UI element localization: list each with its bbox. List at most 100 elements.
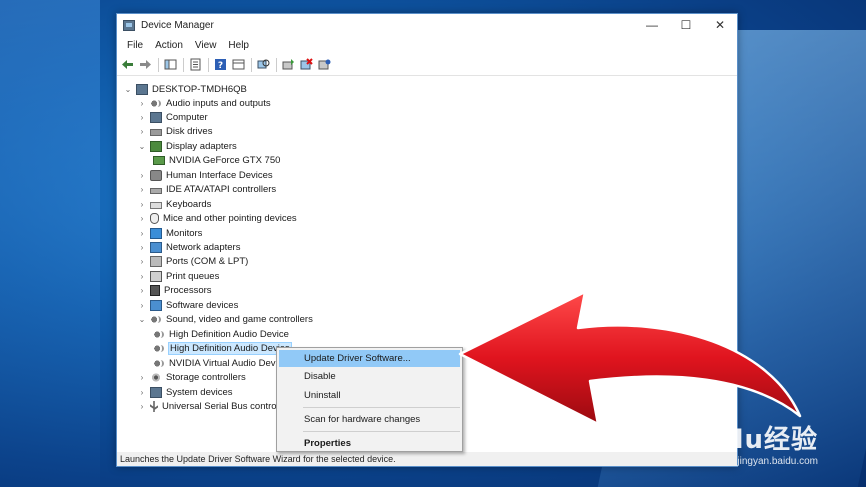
forward-arrow-icon[interactable] [137, 57, 154, 73]
desktop-light-beam-left [0, 0, 100, 487]
device-category-item[interactable]: › Mice and other pointing devices [137, 212, 297, 226]
ide-controller-icon [150, 188, 162, 195]
tree-item-label: Monitors [166, 227, 203, 239]
window-title: Device Manager [141, 19, 214, 31]
chevron-right-icon[interactable]: › [137, 200, 147, 209]
scan-hardware-icon[interactable] [255, 57, 272, 73]
computer-icon [150, 111, 162, 123]
chevron-right-icon[interactable]: › [137, 388, 147, 397]
device-category-item[interactable]: › Ports (COM & LPT) [137, 255, 248, 269]
device-category-item[interactable]: › Audio inputs and outputs [137, 96, 271, 110]
chevron-right-icon[interactable]: › [137, 171, 147, 180]
minimize-button[interactable]: — [635, 14, 669, 36]
processor-icon [150, 285, 160, 297]
speaker-icon [153, 328, 165, 340]
device-category-item[interactable]: › System devices [137, 385, 233, 399]
toolbar-divider [251, 57, 252, 72]
menu-properties[interactable]: Properties [277, 434, 462, 453]
tree-item-label: Print queues [166, 270, 220, 282]
menu-update-driver-software[interactable]: Update Driver Software... [279, 350, 460, 367]
window-controls: — ☐ ✕ [635, 14, 737, 36]
update-driver-icon[interactable] [280, 57, 297, 73]
chevron-down-icon[interactable]: ⌄ [137, 142, 147, 151]
maximize-button[interactable]: ☐ [669, 14, 703, 36]
device-category-item[interactable]: › Print queues [137, 269, 219, 283]
menu-scan-hardware[interactable]: Scan for hardware changes [277, 410, 462, 429]
chevron-right-icon[interactable]: › [137, 373, 147, 382]
menu-uninstall[interactable]: Uninstall [277, 386, 462, 405]
device-category-item[interactable]: › Monitors [137, 226, 202, 240]
chevron-right-icon[interactable]: › [137, 113, 147, 122]
network-adapter-icon [150, 242, 162, 253]
chevron-right-icon[interactable]: › [137, 286, 147, 295]
properties-icon[interactable] [187, 57, 204, 73]
device-category-item[interactable]: › Human Interface Devices [137, 168, 273, 182]
device-category-item[interactable]: › Network adapters [137, 241, 240, 255]
help-icon[interactable]: ? [212, 57, 229, 73]
device-list-item[interactable]: High Definition Audio Device [153, 342, 292, 356]
device-category-item[interactable]: ⌄ Sound, video and game controllers [137, 313, 313, 327]
toolbar: ? [117, 54, 737, 76]
tree-item-label: Human Interface Devices [166, 169, 273, 181]
chevron-right-icon[interactable]: › [137, 127, 147, 136]
view-pane-icon[interactable] [230, 57, 247, 73]
hid-icon [150, 169, 162, 181]
menu-bar: File Action View Help [117, 36, 737, 54]
port-icon [150, 256, 162, 268]
chevron-down-icon[interactable]: ⌄ [123, 85, 133, 94]
device-category-item[interactable]: › Disk drives [137, 125, 213, 139]
chevron-right-icon[interactable]: › [137, 272, 147, 281]
tree-item-label: NVIDIA GeForce GTX 750 [169, 155, 281, 167]
title-bar[interactable]: Device Manager — ☐ ✕ [117, 14, 737, 36]
device-category-item[interactable]: › Universal Serial Bus controllers [137, 399, 294, 413]
chevron-down-icon[interactable]: ⌄ [137, 315, 147, 324]
baidu-logo: Baidu经验 [675, 425, 818, 455]
close-button[interactable]: ✕ [703, 14, 737, 36]
tree-item-label: Processors [164, 285, 212, 297]
device-list-item[interactable]: High Definition Audio Device [153, 327, 289, 341]
svg-text:?: ? [218, 61, 223, 71]
toolbar-divider [208, 57, 209, 72]
device-category-item[interactable]: › Storage controllers [137, 371, 246, 385]
tree-item-label: Network adapters [166, 242, 241, 253]
printer-icon [150, 270, 162, 282]
chevron-right-icon[interactable]: › [137, 214, 147, 223]
menu-view[interactable]: View [189, 40, 223, 51]
device-category-item[interactable]: › Software devices [137, 298, 238, 312]
device-list-item[interactable]: NVIDIA GeForce GTX 750 [153, 154, 280, 168]
menu-disable[interactable]: Disable [277, 367, 462, 386]
chevron-right-icon[interactable]: › [137, 243, 147, 252]
menu-separator [303, 407, 460, 408]
device-category-item[interactable]: › Keyboards [137, 197, 212, 211]
computer-icon [136, 83, 148, 95]
chevron-right-icon[interactable]: › [137, 301, 147, 310]
tree-root[interactable]: ⌄ DESKTOP-TMDH6QB [123, 82, 247, 96]
device-category-item[interactable]: ⌄ Display adapters [137, 139, 237, 153]
status-text: Launches the Update Driver Software Wiza… [120, 454, 396, 464]
gpu-icon [153, 156, 165, 166]
device-category-item[interactable]: › Processors [137, 284, 212, 298]
chevron-right-icon[interactable]: › [137, 99, 147, 108]
show-hide-console-tree-icon[interactable] [162, 57, 179, 73]
watermark-url: jingyan.baidu.com [737, 456, 818, 467]
chevron-right-icon[interactable]: › [137, 257, 147, 266]
disk-drive-icon [150, 129, 162, 137]
speaker-icon [153, 343, 165, 355]
chevron-right-icon[interactable]: › [137, 229, 147, 238]
mouse-icon [150, 213, 159, 225]
chevron-right-icon[interactable]: › [137, 402, 147, 411]
uninstall-device-icon[interactable] [298, 57, 315, 73]
tree-item-label: Storage controllers [166, 372, 246, 384]
device-list-item[interactable]: NVIDIA Virtual Audio Device [153, 356, 288, 370]
enable-device-icon[interactable] [316, 57, 333, 73]
device-category-item[interactable]: › Computer [137, 110, 208, 124]
menu-action[interactable]: Action [149, 40, 189, 51]
back-arrow-icon[interactable] [119, 57, 136, 73]
menu-file[interactable]: File [121, 40, 149, 51]
device-category-item[interactable]: › IDE ATA/ATAPI controllers [137, 183, 277, 197]
chevron-right-icon[interactable]: › [137, 185, 147, 194]
menu-help[interactable]: Help [222, 40, 255, 51]
tree-item-label: System devices [166, 386, 233, 398]
watermark: Baidu经验 jingyan.baidu.com [676, 419, 818, 467]
red-arrow-annotation [458, 290, 802, 426]
